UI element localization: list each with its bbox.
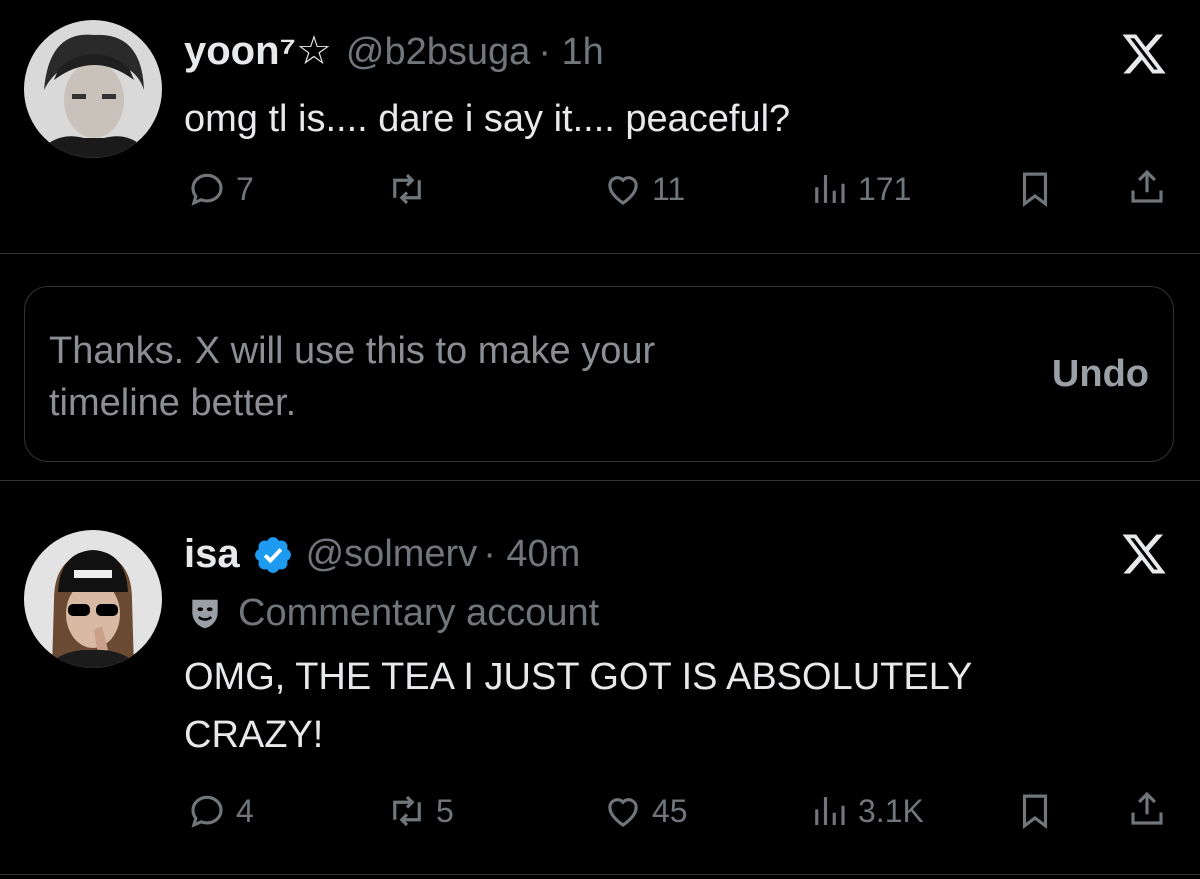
repost-button[interactable]: 5: [386, 790, 454, 832]
x-logo-icon[interactable]: [1120, 530, 1168, 578]
bookmark-icon: [1022, 172, 1048, 208]
views-count: 3.1K: [858, 792, 924, 829]
feedback-banner: Thanks. X will use this to make your tim…: [24, 286, 1174, 462]
reply-button[interactable]: 7: [186, 168, 254, 210]
divider: [0, 480, 1200, 481]
feedback-text-line2: timeline better.: [49, 382, 297, 424]
repost-button[interactable]: [386, 168, 436, 210]
author-handle[interactable]: @b2bsuga: [346, 31, 530, 74]
account-label[interactable]: Commentary account: [238, 592, 599, 635]
reply-count: 7: [236, 170, 254, 207]
share-button[interactable]: [1126, 788, 1168, 835]
heart-icon: [608, 176, 638, 205]
share-button[interactable]: [1126, 166, 1168, 213]
reply-button[interactable]: 4: [186, 790, 254, 832]
undo-button[interactable]: Undo: [1052, 353, 1149, 396]
verified-badge-icon: [254, 536, 291, 573]
timestamp[interactable]: · 1h: [538, 31, 603, 74]
repost-icon: [393, 795, 421, 827]
like-button[interactable]: 11: [602, 168, 685, 210]
divider: [0, 253, 1200, 254]
timestamp[interactable]: · 40m: [483, 533, 580, 576]
tweet-text: OMG, THE TEA I JUST GOT IS ABSOLUTELY CR…: [184, 648, 972, 764]
bookmark-button[interactable]: [1014, 790, 1056, 837]
share-icon: [1131, 169, 1163, 203]
like-count: 11: [652, 170, 686, 207]
views-count: 171: [858, 170, 912, 207]
divider: [0, 874, 1200, 875]
tweet-text: omg tl is.... dare i say it.... peaceful…: [184, 98, 791, 140]
tweet-text-line2: CRAZY!: [184, 714, 324, 756]
reply-icon: [191, 795, 223, 828]
heart-icon: [608, 798, 638, 827]
repost-icon: [393, 173, 421, 205]
author-name[interactable]: isa: [184, 532, 240, 577]
reply-count: 4: [236, 792, 254, 829]
author-handle[interactable]: @solmerv: [306, 533, 478, 576]
avatar[interactable]: [24, 20, 162, 158]
share-icon: [1131, 791, 1163, 825]
reply-icon: [191, 173, 223, 206]
views-icon: [815, 175, 845, 203]
repost-count: 5: [436, 792, 454, 829]
views-icon: [815, 797, 845, 825]
theater-mask-icon: [192, 599, 218, 628]
views-button[interactable]: 171: [808, 168, 911, 210]
tweet-text-line1: OMG, THE TEA I JUST GOT IS ABSOLUTELY: [184, 656, 973, 698]
x-logo-icon[interactable]: [1120, 30, 1168, 78]
like-button[interactable]: 45: [602, 790, 688, 832]
views-button[interactable]: 3.1K: [808, 790, 924, 832]
like-count: 45: [652, 792, 688, 829]
avatar[interactable]: [24, 530, 162, 668]
bookmark-icon: [1022, 794, 1048, 830]
feedback-text-line1: Thanks. X will use this to make your: [49, 330, 656, 372]
bookmark-button[interactable]: [1014, 168, 1056, 215]
author-name[interactable]: yoon⁷☆: [184, 28, 332, 74]
